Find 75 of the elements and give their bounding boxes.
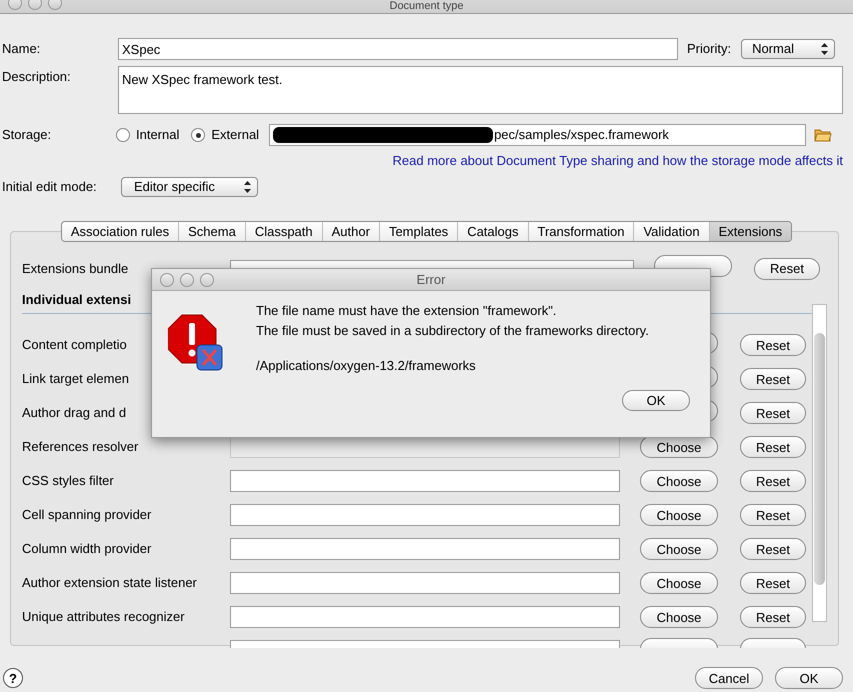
- text-field[interactable]: [230, 504, 620, 526]
- radio-option[interactable]: External: [191, 125, 260, 145]
- dropdown-value: Normal: [752, 40, 794, 58]
- reset-button[interactable]: Reset: [740, 368, 806, 390]
- path-field[interactable]: pec/samples/xspec.framework: [269, 124, 806, 146]
- window-control[interactable]: [48, 0, 62, 10]
- field-label: References resolver: [22, 438, 140, 456]
- choose-button[interactable]: Choose: [640, 606, 718, 628]
- reset-button[interactable]: Reset: [740, 504, 806, 526]
- field-label: Link target elemen: [22, 370, 130, 388]
- tab[interactable]: Association rules: [62, 222, 178, 240]
- field-label: Storage:: [2, 126, 52, 144]
- edit-mode-dropdown[interactable]: Editor specific: [121, 176, 258, 196]
- field-label: Author drag and d: [22, 404, 128, 422]
- ok-button[interactable]: OK: [775, 667, 843, 689]
- field-label: Priority:: [687, 40, 732, 58]
- reset-button[interactable]: Reset: [754, 258, 820, 280]
- field-label: Author extension state listener: [22, 574, 198, 592]
- dialog-title: Error: [416, 270, 446, 289]
- dropdown-value: Editor specific: [134, 178, 215, 196]
- description-field[interactable]: New XSpec framework test.: [118, 66, 843, 114]
- help-button[interactable]: ?: [3, 668, 23, 688]
- tab[interactable]: Author: [322, 222, 379, 240]
- field-label: Unique attributes recognizer: [22, 608, 186, 626]
- window-control[interactable]: [180, 273, 194, 287]
- field-label: Content completio: [22, 336, 128, 354]
- field-label: CSS styles filter: [22, 472, 115, 490]
- scrollbar[interactable]: [812, 304, 827, 622]
- text-field[interactable]: [230, 606, 620, 628]
- radio-button[interactable]: [116, 128, 130, 142]
- priority-dropdown[interactable]: Normal: [741, 39, 836, 59]
- error-path: /Applications/oxygen-13.2/frameworks: [256, 357, 477, 375]
- choose-button[interactable]: Choose: [640, 504, 718, 526]
- reset-button[interactable]: Reset: [740, 572, 806, 594]
- window-control[interactable]: [8, 0, 22, 10]
- reset-button[interactable]: Reset: [740, 606, 806, 628]
- radio-button[interactable]: [191, 128, 206, 142]
- section-title: Individual extensi: [22, 292, 132, 306]
- field-label: Extensions bundle: [22, 260, 130, 278]
- text-field[interactable]: [230, 572, 620, 594]
- choose-button[interactable]: Choose: [640, 470, 718, 492]
- folder-icon[interactable]: [814, 128, 832, 142]
- tab[interactable]: Validation: [633, 222, 709, 240]
- info-link[interactable]: Read more about Document Type sharing and how the storage mode affects it: [392, 151, 843, 170]
- reset-button[interactable]: Reset: [740, 334, 806, 356]
- radio-option[interactable]: Internal: [116, 125, 180, 145]
- choose-button[interactable]: Choose: [640, 538, 718, 560]
- tab[interactable]: Schema: [178, 222, 245, 240]
- ok-button[interactable]: OK: [622, 390, 690, 411]
- tab[interactable]: Extensions: [708, 222, 792, 240]
- window-control[interactable]: [200, 273, 214, 287]
- field-label: Initial edit mode:: [2, 178, 98, 196]
- stepper-icon: [244, 180, 251, 192]
- field-label: Description:: [2, 68, 72, 86]
- reset-button[interactable]: Reset: [740, 538, 806, 560]
- window-title: Document type: [390, 0, 464, 13]
- field-label: Column width provider: [22, 540, 152, 558]
- field-label: Name:: [2, 40, 42, 58]
- text-field[interactable]: [230, 470, 620, 492]
- stepper-icon: [821, 43, 828, 55]
- error-message: The file name must have the extension "framework".: [256, 302, 558, 320]
- window-control[interactable]: [28, 0, 42, 10]
- tab[interactable]: Catalogs: [457, 222, 528, 240]
- error-message: The file must be saved in a subdirectory of the frameworks directory.: [256, 322, 650, 340]
- text-field[interactable]: [230, 538, 620, 560]
- reset-button[interactable]: Reset: [740, 402, 806, 424]
- window-control[interactable]: [160, 273, 174, 287]
- tab[interactable]: Transformation: [528, 222, 634, 240]
- choose-button[interactable]: Choose: [640, 572, 718, 594]
- field-label: Cell spanning provider: [22, 506, 152, 524]
- reset-button[interactable]: Reset: [740, 470, 806, 492]
- tab[interactable]: Templates: [378, 222, 458, 240]
- name-field[interactable]: XSpec: [118, 38, 678, 60]
- cancel-button[interactable]: Cancel: [695, 667, 763, 689]
- tab[interactable]: Classpath: [244, 222, 322, 240]
